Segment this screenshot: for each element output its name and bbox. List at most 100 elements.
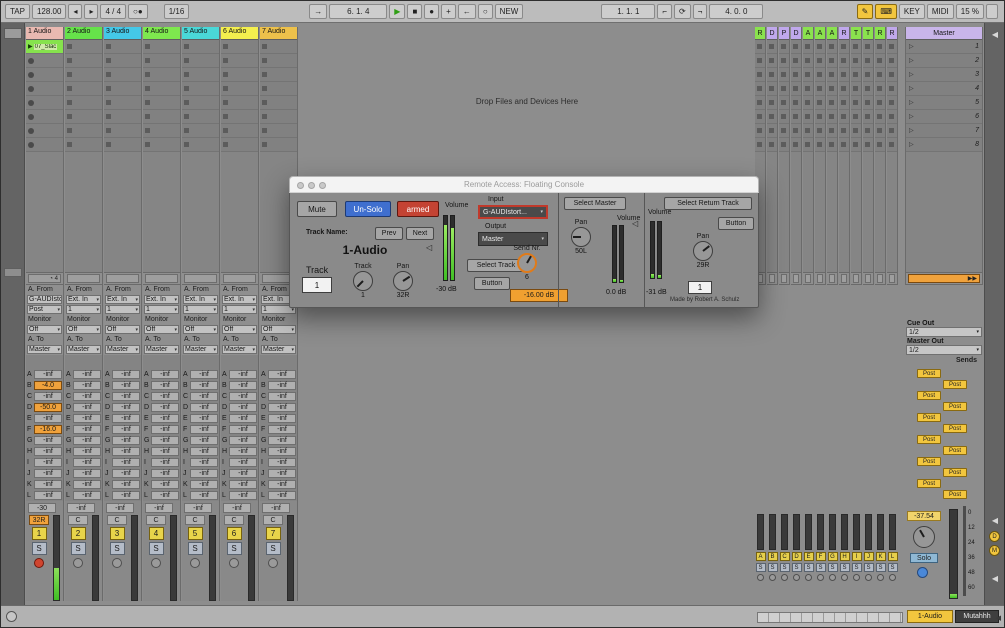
select-return-track-button[interactable]: Select Return Track [664,197,752,210]
clip-slot[interactable] [827,110,837,124]
return-cue-button[interactable] [889,574,896,581]
clip-slot[interactable] [767,124,777,138]
send-knob[interactable]: -inf [151,425,179,434]
clip-slot[interactable] [767,82,777,96]
input-channel-select[interactable]: 1 ▾ [66,305,101,314]
output-select[interactable]: Master ▾ [105,345,140,354]
send-knob[interactable]: -inf [34,414,62,423]
stop-button[interactable]: ■ [407,4,423,19]
clip-slot[interactable] [755,124,765,138]
return-activator-button[interactable]: E [803,552,814,561]
send-knob[interactable]: -inf [151,436,179,445]
clip-slot[interactable] [260,68,297,82]
clip-slot[interactable] [863,82,873,96]
clip-slot[interactable] [839,138,849,152]
prev-track-button[interactable]: Prev [375,227,403,240]
send-knob[interactable]: -inf [112,469,140,478]
send-knob[interactable]: -inf [151,381,179,390]
clip-slot[interactable] [221,96,258,110]
return-cue-button[interactable] [853,574,860,581]
return-solo-button[interactable]: S [875,563,886,572]
track-pan-value[interactable]: C [185,515,205,525]
track-volume-db[interactable]: -30 dB [436,286,457,293]
clip-slot[interactable] [863,138,873,152]
send-knob[interactable]: -inf [34,480,62,489]
track-solo-button[interactable]: S [187,542,203,555]
clip-slot[interactable] [260,54,297,68]
quantization-menu[interactable]: 1/16 [163,4,190,19]
send-knob[interactable]: -inf [112,370,140,379]
track-header[interactable]: 7 Audio [260,27,297,40]
send-knob[interactable]: -inf [268,480,296,489]
send-knob[interactable]: -inf [73,370,101,379]
track-pan-value[interactable]: C [263,515,283,525]
clip-slot[interactable] [221,138,258,152]
clip-slot[interactable] [839,124,849,138]
clip-slot[interactable] [887,82,897,96]
clip-slot[interactable] [791,54,801,68]
clip-slot[interactable] [863,40,873,54]
return-activator-button[interactable]: J [863,552,874,561]
send-knob[interactable]: -inf [112,403,140,412]
midi-map-button[interactable]: MIDI [926,4,954,19]
return-pan-knob[interactable] [693,241,713,261]
send-knob[interactable]: -inf [229,480,257,489]
track-volume-value[interactable]: -inf [262,503,290,513]
scene-slot[interactable]: ▷ 6 [906,110,982,124]
send-knob[interactable]: -inf [190,458,218,467]
clip-slot[interactable] [755,40,765,54]
send-knob[interactable]: -inf [190,469,218,478]
clip-slot[interactable] [104,124,141,138]
return-cue-button[interactable] [829,574,836,581]
clip-slot[interactable] [815,138,825,152]
clip-slot[interactable] [182,124,219,138]
clip-slot[interactable] [65,124,102,138]
send-knob[interactable]: -inf [73,469,101,478]
send-knob[interactable]: -inf [190,425,218,434]
track-activator-button[interactable]: 7 [265,527,281,540]
send-knob[interactable]: -inf [190,381,218,390]
clip-slot[interactable] [26,110,63,124]
clip-slot[interactable] [104,68,141,82]
input-select[interactable]: Ext. In ▾ [144,295,179,304]
clip-slot[interactable] [779,110,789,124]
output-select[interactable]: Master ▾ [66,345,101,354]
return-cue-button[interactable] [865,574,872,581]
return-header[interactable]: R [755,27,765,40]
master-header[interactable]: Master [906,27,982,40]
send-knob[interactable]: -inf [34,491,62,500]
clip-slot[interactable] [887,138,897,152]
return-solo-button[interactable]: S [767,563,778,572]
punch-in-button[interactable]: ⌐ [657,4,672,19]
clip-slot[interactable] [221,40,258,54]
clip-slot[interactable] [143,68,180,82]
send-knob[interactable]: -inf [34,447,62,456]
clip-slot[interactable] [815,82,825,96]
clip-slot[interactable] [815,40,825,54]
return-cue-button[interactable] [817,574,824,581]
clip-slot[interactable] [875,96,885,110]
return-solo-button[interactable]: S [839,563,850,572]
return-solo-button[interactable]: S [863,563,874,572]
clip-slot[interactable] [767,40,777,54]
track-arm-button[interactable] [151,558,161,568]
send-knob[interactable]: -inf [73,392,101,401]
send-knob[interactable]: -inf [151,469,179,478]
clip-slot[interactable] [182,82,219,96]
input-channel-select[interactable]: 1 ▾ [105,305,140,314]
scene-slot[interactable]: ▷ 4 [906,82,982,96]
clip-slot[interactable] [26,96,63,110]
clip-slot[interactable] [875,82,885,96]
track-pan-value[interactable]: C [224,515,244,525]
clip-slot[interactable] [827,124,837,138]
send-knob[interactable]: -inf [112,392,140,401]
zoom-icon[interactable] [319,182,326,189]
clip-slot[interactable] [779,124,789,138]
return-solo-button[interactable]: S [851,563,862,572]
input-channel-select[interactable]: 1 ▾ [144,305,179,314]
scene-play-icon[interactable]: ▷ [909,127,914,134]
track-header[interactable]: 6 Audio [221,27,258,40]
send-knob[interactable]: -inf [268,381,296,390]
clip-slot[interactable] [875,138,885,152]
clip-slot[interactable] [875,68,885,82]
